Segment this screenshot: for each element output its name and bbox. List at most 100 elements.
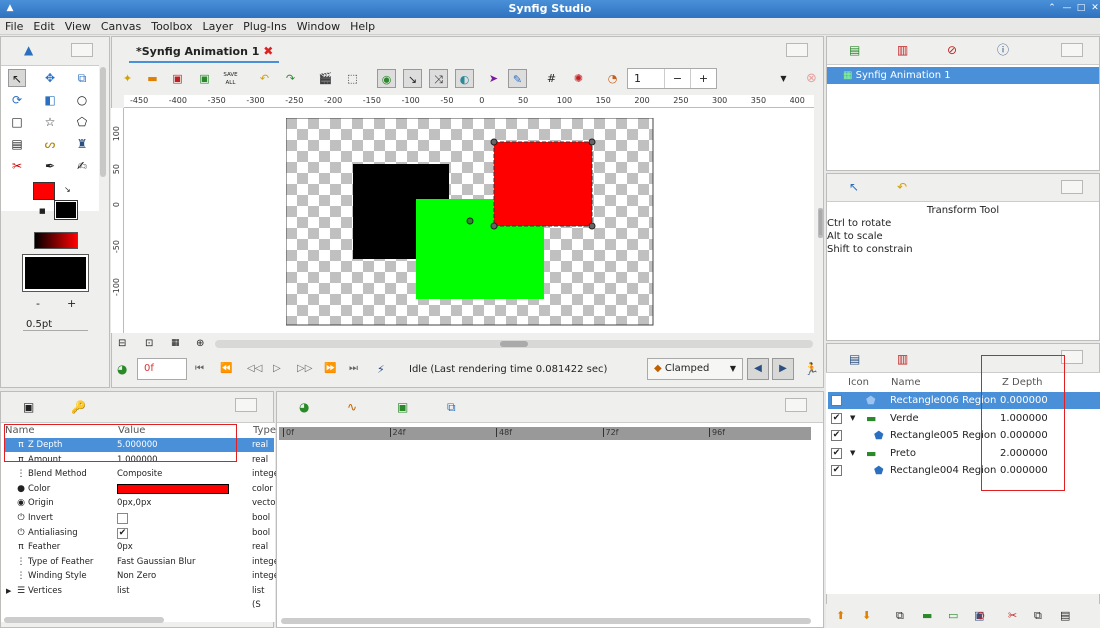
circle-tool-icon[interactable]: ○: [73, 91, 91, 109]
raise-layer-icon[interactable]: ⬆: [836, 609, 845, 622]
bounds-icon[interactable]: ⚡: [377, 363, 385, 376]
lower-layer-icon[interactable]: ⬇: [862, 609, 871, 622]
width-decrease-button[interactable]: -: [36, 297, 40, 310]
render-icon[interactable]: 🎬: [316, 69, 335, 88]
dock-handle[interactable]: [1061, 43, 1083, 57]
timetrack-area[interactable]: [277, 422, 823, 627]
undo-icon[interactable]: ↶: [255, 69, 274, 88]
layer-name[interactable]: Verde: [890, 410, 919, 427]
future-keyframe-lock-icon[interactable]: ▶: [772, 358, 794, 380]
dock-handle[interactable]: [786, 43, 808, 57]
angle-ducks-icon[interactable]: ✎: [508, 69, 527, 88]
menu-help[interactable]: Help: [345, 18, 380, 35]
param-row[interactable]: ⋮ Winding Style Non Zero integer: [4, 569, 283, 583]
param-row[interactable]: ⏻ Antialiasing ✔ bool: [4, 526, 274, 540]
stepper-minus[interactable]: −: [664, 69, 690, 88]
dock-handle[interactable]: [1061, 180, 1083, 194]
transform-tool-icon[interactable]: ↖: [8, 69, 26, 87]
param-row[interactable]: ⋮ Blend Method Composite integer: [4, 467, 283, 481]
param-row[interactable]: ◉ Origin 0px,0px vector: [4, 496, 279, 510]
reset-colors-icon[interactable]: ■: [39, 207, 46, 215]
param-row[interactable]: π Feather 0px real: [4, 540, 274, 554]
polygon-tool-icon[interactable]: ⬠: [73, 113, 91, 131]
star-tool-icon[interactable]: ☆: [41, 113, 59, 131]
interpolation-select[interactable]: ◆ Clamped ▼: [647, 358, 743, 380]
draw-tool-icon[interactable]: ✒: [41, 157, 59, 175]
menu-layer[interactable]: Layer: [197, 18, 238, 35]
render-mode-icon[interactable]: ◔: [603, 69, 622, 88]
onion-skin-icon[interactable]: ✺: [569, 69, 588, 88]
animation-person-icon[interactable]: 🏃: [804, 362, 819, 376]
origin-handle[interactable]: [466, 217, 474, 225]
delete-layer-icon[interactable]: ⊘: [976, 609, 985, 622]
param-row[interactable]: ● Color color: [4, 482, 274, 496]
menu-canvas[interactable]: Canvas: [96, 18, 146, 35]
save-icon[interactable]: ▣: [168, 69, 187, 88]
keep-above-button[interactable]: ⌃: [1046, 2, 1058, 14]
prev-keyframe-icon[interactable]: ⏪: [220, 363, 232, 374]
canvas-tab[interactable]: *Synfig Animation 1 ✖: [129, 39, 279, 63]
cutout-tool-icon[interactable]: ✂: [8, 157, 26, 175]
params-tab-icon[interactable]: ▣: [23, 400, 34, 414]
current-frame-field[interactable]: 0f: [137, 358, 187, 380]
layer-name[interactable]: Preto: [890, 445, 916, 462]
preview-icon[interactable]: ⬚: [343, 69, 362, 88]
swap-colors-icon[interactable]: ↘: [64, 185, 71, 194]
onion-frames-value[interactable]: 1: [628, 72, 641, 85]
curves-tab-icon[interactable]: ∿: [347, 400, 357, 414]
param-row[interactable]: ▶ ☰ Vertices list list (S: [4, 584, 274, 610]
param-value[interactable]: Non Zero: [117, 569, 156, 583]
past-keyframe-lock-icon[interactable]: ◀: [747, 358, 769, 380]
mirror-tool-icon[interactable]: ◧: [41, 91, 59, 109]
param-value[interactable]: Composite: [117, 467, 162, 481]
timetrack-h-scrollbar[interactable]: [281, 618, 811, 624]
param-color-swatch[interactable]: [117, 483, 229, 494]
info-tab-icon[interactable]: ⓘ: [997, 43, 1009, 57]
play-icon[interactable]: ▷: [273, 363, 281, 374]
param-value[interactable]: 0px: [117, 540, 133, 554]
library-tab-icon[interactable]: ▥: [897, 43, 908, 57]
spline-tool-icon[interactable]: ᔕ: [41, 135, 59, 153]
param-value[interactable]: 0px,0px: [117, 496, 151, 510]
toolbox-tab-icon[interactable]: ▲: [24, 43, 33, 57]
zoom-in-icon[interactable]: ⊕: [196, 338, 204, 349]
radius-ducks-icon[interactable]: ◐: [455, 69, 474, 88]
onion-frames-stepper[interactable]: 1 − +: [627, 68, 717, 89]
param-value[interactable]: list: [117, 584, 129, 598]
layer-visibility-checkbox[interactable]: ✔: [831, 447, 842, 459]
menu-view[interactable]: View: [60, 18, 96, 35]
close-tab-icon[interactable]: ✖: [263, 44, 273, 58]
col-icon-header[interactable]: Icon: [848, 377, 869, 388]
menu-toolbox[interactable]: Toolbox: [146, 18, 197, 35]
vertex-handle[interactable]: [588, 138, 596, 146]
vertex-handle[interactable]: [588, 222, 596, 230]
gradient-tool-icon[interactable]: ▤: [8, 135, 26, 153]
tangent-ducks-icon[interactable]: ⤨: [429, 69, 448, 88]
layers-tab-icon[interactable]: ▤: [849, 352, 860, 366]
new-file-icon[interactable]: ✦: [118, 69, 137, 88]
width-ducks-icon[interactable]: ➤: [484, 69, 503, 88]
zoom-100-icon[interactable]: ⊡: [145, 338, 153, 349]
vertex-handle[interactable]: [490, 138, 498, 146]
zoom-fit-icon[interactable]: ▦: [171, 338, 180, 348]
keyframes-tab-icon[interactable]: 🔑: [71, 400, 86, 414]
save-all-button[interactable]: SAVE ALL: [221, 69, 240, 88]
animation-mode-icon[interactable]: ◕: [117, 362, 127, 376]
vertical-ruler[interactable]: 100 50 0 -50 -100: [111, 108, 124, 333]
seek-end-icon[interactable]: ⏭: [349, 363, 358, 374]
col-type-header[interactable]: Type: [253, 425, 276, 436]
fill-tool-icon[interactable]: ♜: [73, 135, 91, 153]
smooth-move-tool-icon[interactable]: ✥: [41, 69, 59, 87]
time-ruler[interactable]: 0f 24f 48f 72f 96f: [279, 427, 811, 440]
dock-handle[interactable]: [785, 398, 807, 412]
canvas-h-scroll-thumb[interactable]: [500, 341, 528, 347]
sets-tab-icon[interactable]: ▥: [897, 352, 908, 366]
sketch-tool-icon[interactable]: ✍: [73, 157, 91, 175]
tool-options-tab-icon[interactable]: ↖: [849, 180, 859, 194]
stepper-plus[interactable]: +: [690, 69, 716, 88]
navigator-tab-icon[interactable]: ⊘: [947, 43, 957, 57]
brush-preview[interactable]: [22, 254, 89, 292]
params-h-scrollbar[interactable]: [4, 617, 164, 623]
param-row[interactable]: ⋮ Type of Feather Fast Gaussian Blur intege…: [4, 555, 283, 569]
param-checkbox[interactable]: [117, 513, 128, 524]
